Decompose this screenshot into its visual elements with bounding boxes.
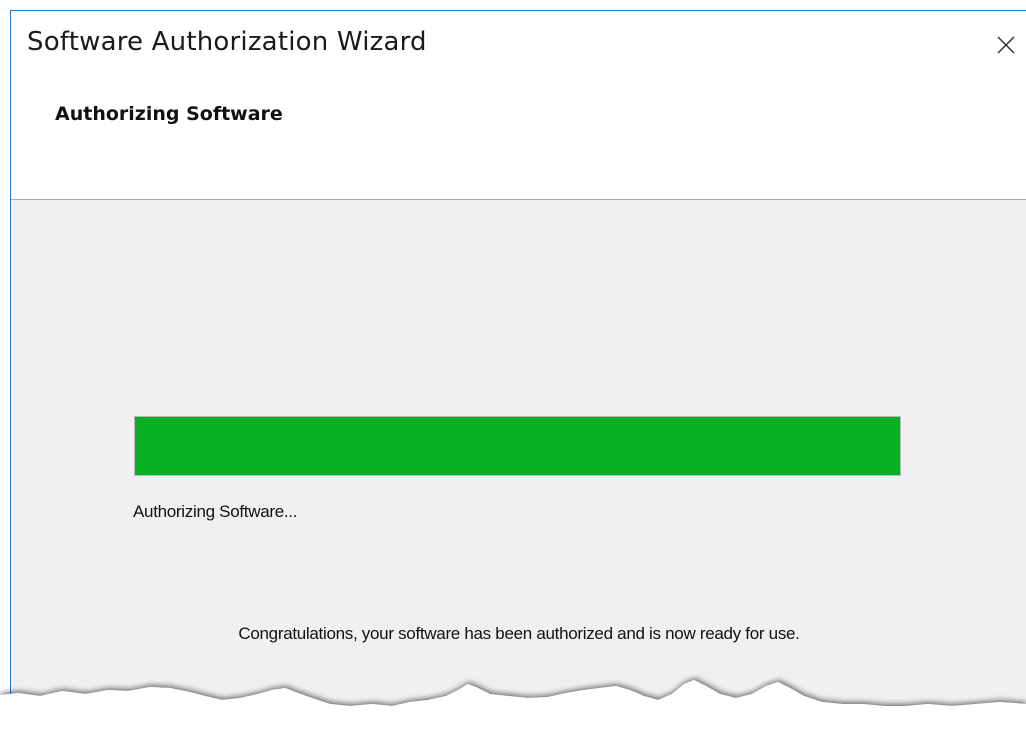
- screenshot-canvas: Software Authorization Wizard Authorizin…: [0, 0, 1026, 729]
- progress-status-label: Authorizing Software...: [133, 502, 298, 521]
- window-title: Software Authorization Wizard: [27, 27, 427, 57]
- authorization-progress-bar: [134, 416, 901, 476]
- torn-paper-edge: [0, 680, 1026, 729]
- page-heading: Authorizing Software: [55, 103, 283, 125]
- wizard-content-panel: Authorizing Software... Congratulations,…: [11, 200, 1026, 729]
- success-message: Congratulations, your software has been …: [238, 624, 800, 643]
- close-icon: [997, 36, 1015, 54]
- progress-bar-fill: [135, 417, 900, 475]
- wizard-window: Software Authorization Wizard Authorizin…: [10, 10, 1026, 729]
- close-button[interactable]: [986, 25, 1026, 65]
